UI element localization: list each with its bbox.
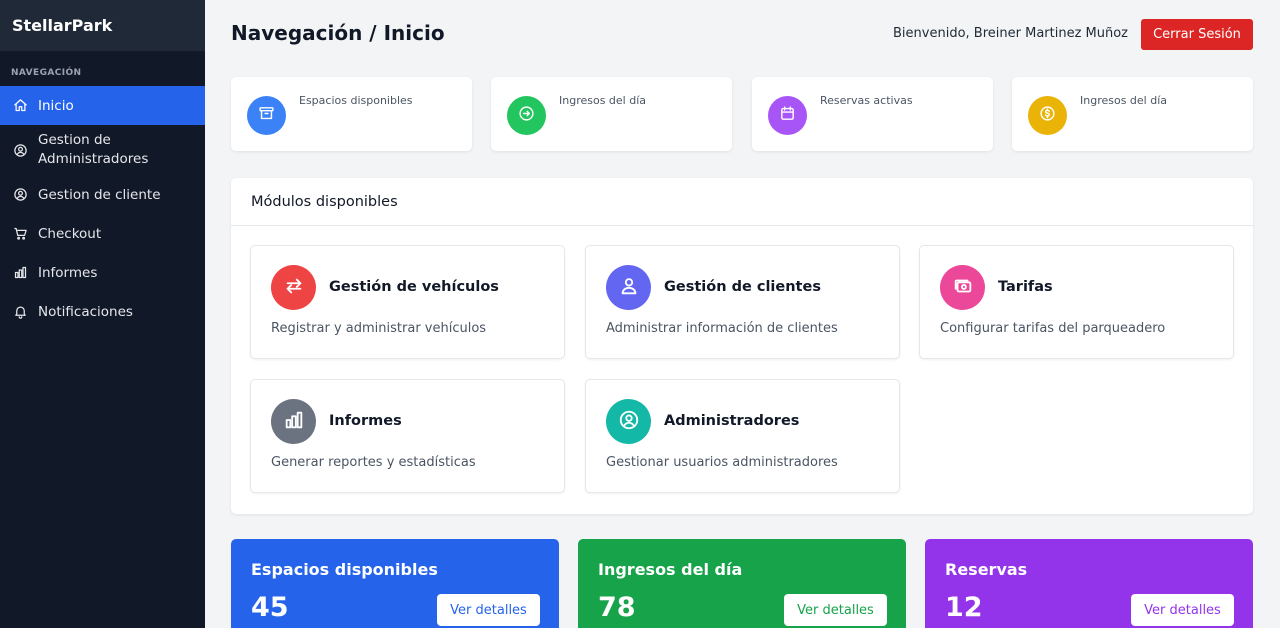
module-description: Generar reportes y estadísticas xyxy=(271,455,476,470)
summary-value: 45 xyxy=(251,592,289,623)
module-icon-circle xyxy=(271,399,316,444)
sidebar-item-label-line2: Administradores xyxy=(38,151,149,167)
summary-title: Reservas xyxy=(945,560,1028,579)
archive-icon xyxy=(258,105,275,126)
summary-value: 78 xyxy=(598,592,636,623)
modules-panel: Módulos disponibles Gestión de vehículos… xyxy=(231,178,1253,514)
module-card-tarifas[interactable]: Tarifas Configurar tarifas del parqueade… xyxy=(919,245,1234,359)
page-title: Navegación / Inicio xyxy=(231,21,445,45)
stat-card-reservas: Reservas activas xyxy=(752,77,993,151)
stat-icon-circle xyxy=(247,96,286,135)
summary-card-ingresos: Ingresos del día 78 Ver detalles xyxy=(578,539,906,628)
cart-icon xyxy=(12,226,28,242)
stat-icon-circle xyxy=(768,96,807,135)
sidebar-item-checkout[interactable]: Checkout xyxy=(0,214,205,253)
stat-card-ingresos: Ingresos del día xyxy=(491,77,732,151)
module-description: Registrar y administrar vehículos xyxy=(271,321,487,336)
user-circle-icon xyxy=(12,142,28,158)
details-button[interactable]: Ver detalles xyxy=(1131,594,1234,626)
sidebar-item-inicio[interactable]: Inicio xyxy=(0,86,205,125)
bar-chart-icon xyxy=(12,265,28,281)
bar-chart-icon xyxy=(283,409,305,435)
stat-label: Espacios disponibles xyxy=(299,94,413,107)
brand-logo[interactable]: StellarPark xyxy=(0,0,205,51)
sidebar-item-informes[interactable]: Informes xyxy=(0,253,205,292)
stat-icon-circle xyxy=(1028,96,1067,135)
home-icon xyxy=(12,98,28,114)
module-icon-circle xyxy=(940,265,985,310)
module-icon-circle xyxy=(606,265,651,310)
module-title: Gestión de vehículos xyxy=(329,279,499,295)
summary-card-espacios: Espacios disponibles 45 Ver detalles xyxy=(231,539,559,628)
sidebar-item-label: Checkout xyxy=(38,225,102,242)
module-icon-circle xyxy=(606,399,651,444)
arrow-circle-icon xyxy=(518,105,535,126)
stat-label: Ingresos del día xyxy=(1080,94,1168,107)
summary-value: 12 xyxy=(945,592,983,623)
cash-icon xyxy=(952,275,974,301)
summary-title: Ingresos del día xyxy=(598,560,743,579)
details-button[interactable]: Ver detalles xyxy=(784,594,887,626)
calendar-icon xyxy=(779,105,796,126)
sidebar: StellarPark NAVEGACIÓN Inicio Gestion de… xyxy=(0,0,205,628)
module-description: Gestionar usuarios administradores xyxy=(606,455,838,470)
modules-title: Módulos disponibles xyxy=(231,178,1253,226)
module-description: Configurar tarifas del parqueadero xyxy=(940,321,1166,336)
sidebar-item-label: Notificaciones xyxy=(38,303,133,320)
users-icon xyxy=(618,275,640,301)
user-circle-icon xyxy=(12,187,28,203)
module-card-administradores[interactable]: Administradores Gestionar usuarios admin… xyxy=(585,379,900,493)
sidebar-item-label-line1: Gestion de xyxy=(38,132,111,148)
module-card-clientes[interactable]: Gestión de clientes Administrar informac… xyxy=(585,245,900,359)
summary-title: Espacios disponibles xyxy=(251,560,438,579)
stat-label: Ingresos del día xyxy=(559,94,647,107)
sidebar-item-notificaciones[interactable]: Notificaciones xyxy=(0,292,205,331)
details-button[interactable]: Ver detalles xyxy=(437,594,540,626)
nav-heading: NAVEGACIÓN xyxy=(11,68,82,78)
module-card-informes[interactable]: Informes Generar reportes y estadísticas xyxy=(250,379,565,493)
module-description: Administrar información de clientes xyxy=(606,321,838,336)
stat-card-espacios: Espacios disponibles xyxy=(231,77,472,151)
summary-card-reservas: Reservas 12 Ver detalles xyxy=(925,539,1253,628)
stat-icon-circle xyxy=(507,96,546,135)
logout-button[interactable]: Cerrar Sesión xyxy=(1141,19,1253,50)
user-circle-icon xyxy=(618,409,640,435)
sidebar-item-label: Gestion de cliente xyxy=(38,186,161,203)
sidebar-item-label: Gestion de Administradores xyxy=(38,131,148,169)
module-icon-circle xyxy=(271,265,316,310)
sidebar-item-gestion-administradores[interactable]: Gestion de Administradores xyxy=(0,125,205,175)
bell-icon xyxy=(12,304,28,320)
module-title: Gestión de clientes xyxy=(664,279,821,295)
stat-card-ingresos-dinero: Ingresos del día xyxy=(1012,77,1253,151)
module-card-vehiculos[interactable]: Gestión de vehículos Registrar y adminis… xyxy=(250,245,565,359)
module-title: Informes xyxy=(329,413,402,429)
welcome-text: Bienvenido, Breiner Martinez Muñoz xyxy=(893,26,1128,41)
module-title: Administradores xyxy=(664,413,800,429)
module-title: Tarifas xyxy=(998,279,1053,295)
sidebar-item-label: Informes xyxy=(38,264,98,281)
sidebar-item-label: Inicio xyxy=(38,97,74,114)
stat-label: Reservas activas xyxy=(820,94,913,107)
swap-arrows-icon xyxy=(283,275,305,301)
sidebar-item-gestion-cliente[interactable]: Gestion de cliente xyxy=(0,175,205,214)
dollar-circle-icon xyxy=(1039,105,1056,126)
